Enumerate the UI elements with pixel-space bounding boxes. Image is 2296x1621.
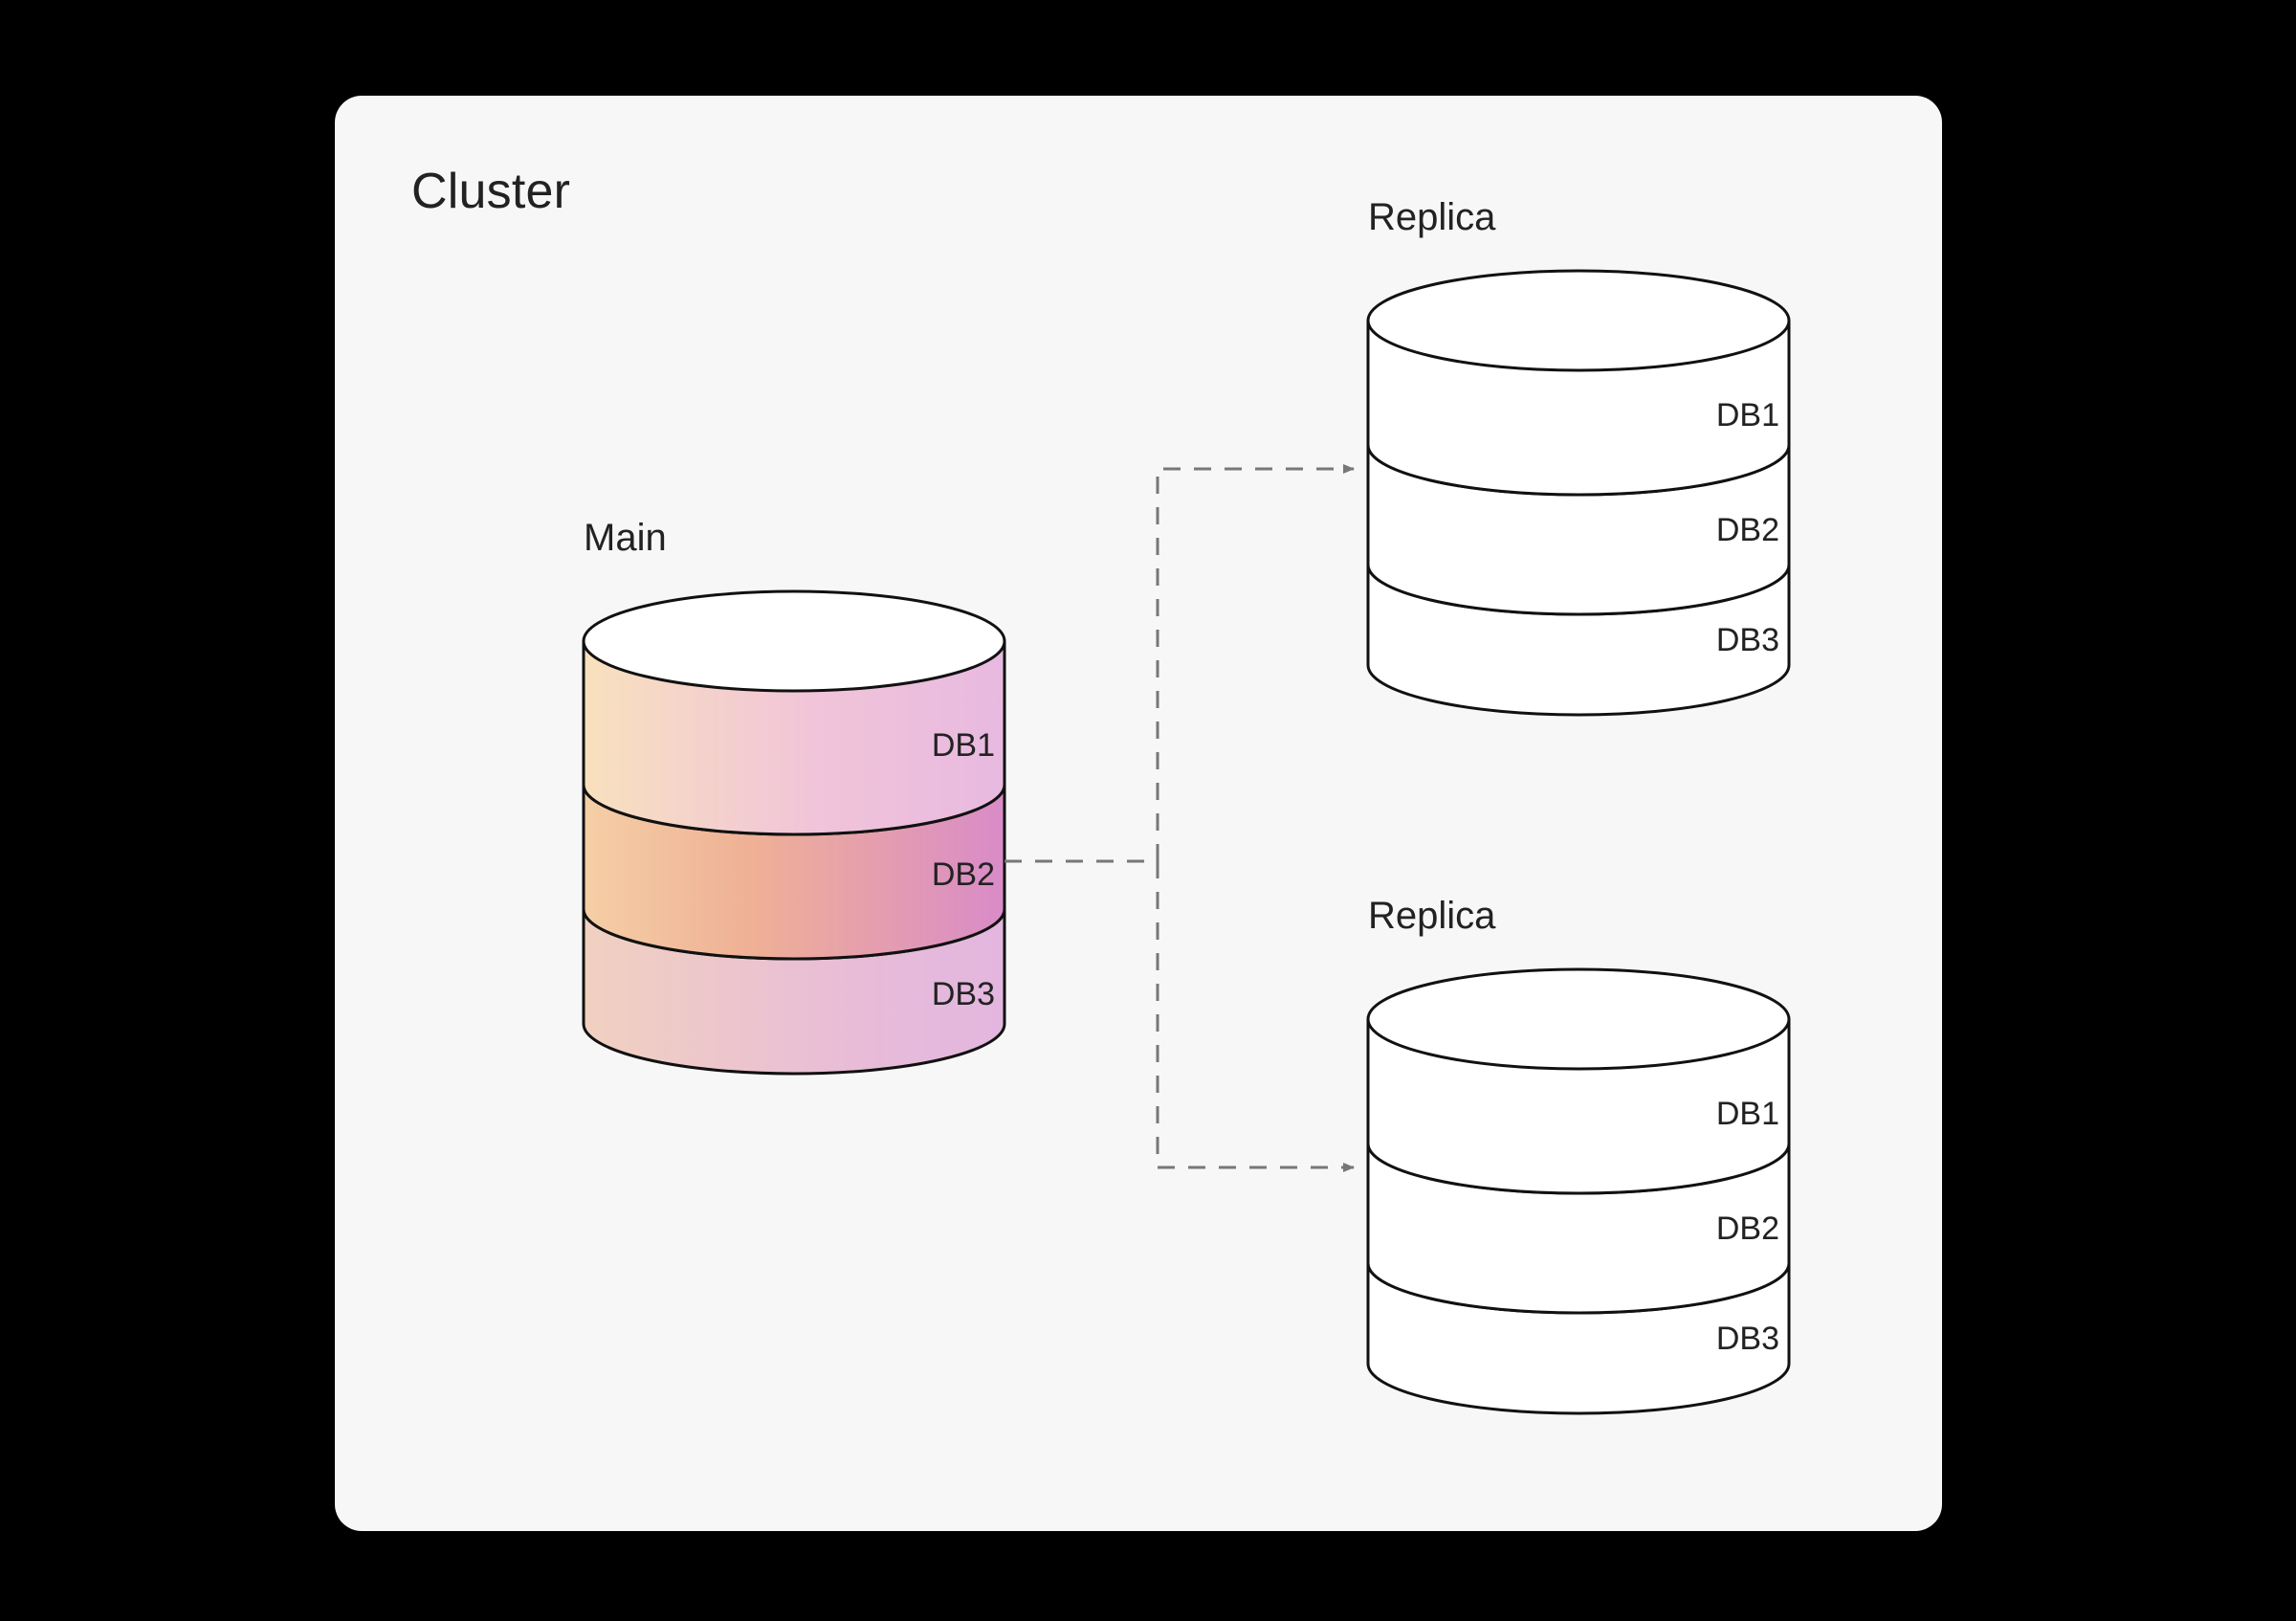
main-db1-label: DB1 xyxy=(932,727,995,764)
replica-1-title: Replica xyxy=(1368,196,1496,238)
arrow-main-to-replica-1 xyxy=(1004,469,1354,861)
cluster-card: Cluster xyxy=(335,96,1942,1531)
arrow-main-to-replica-2 xyxy=(1158,861,1354,1167)
replica-2-cylinder: Replica DB3 DB2 DB1 xyxy=(1368,895,1789,1413)
main-db3-label: DB3 xyxy=(932,976,995,1012)
replica-1-db1-label: DB1 xyxy=(1716,397,1779,433)
stage: Cluster xyxy=(0,0,2296,1621)
replica-2-db3-label: DB3 xyxy=(1716,1321,1779,1357)
replica-1-db3-label: DB3 xyxy=(1716,622,1779,658)
cluster-diagram: Main DB3 DB2 DB1 xyxy=(335,96,1942,1531)
replica-2-db1-label: DB1 xyxy=(1716,1096,1779,1132)
main-database-cylinder: Main DB3 DB2 DB1 xyxy=(584,517,1004,1074)
main-title: Main xyxy=(584,517,667,559)
main-db2-label: DB2 xyxy=(932,856,995,893)
connector-arrows xyxy=(1004,469,1354,1167)
replica-1-db2-label: DB2 xyxy=(1716,512,1779,548)
replica-2-title: Replica xyxy=(1368,895,1496,937)
replica-2-db2-label: DB2 xyxy=(1716,1210,1779,1247)
replica-1-cylinder: Replica DB3 DB2 DB1 xyxy=(1368,196,1789,715)
